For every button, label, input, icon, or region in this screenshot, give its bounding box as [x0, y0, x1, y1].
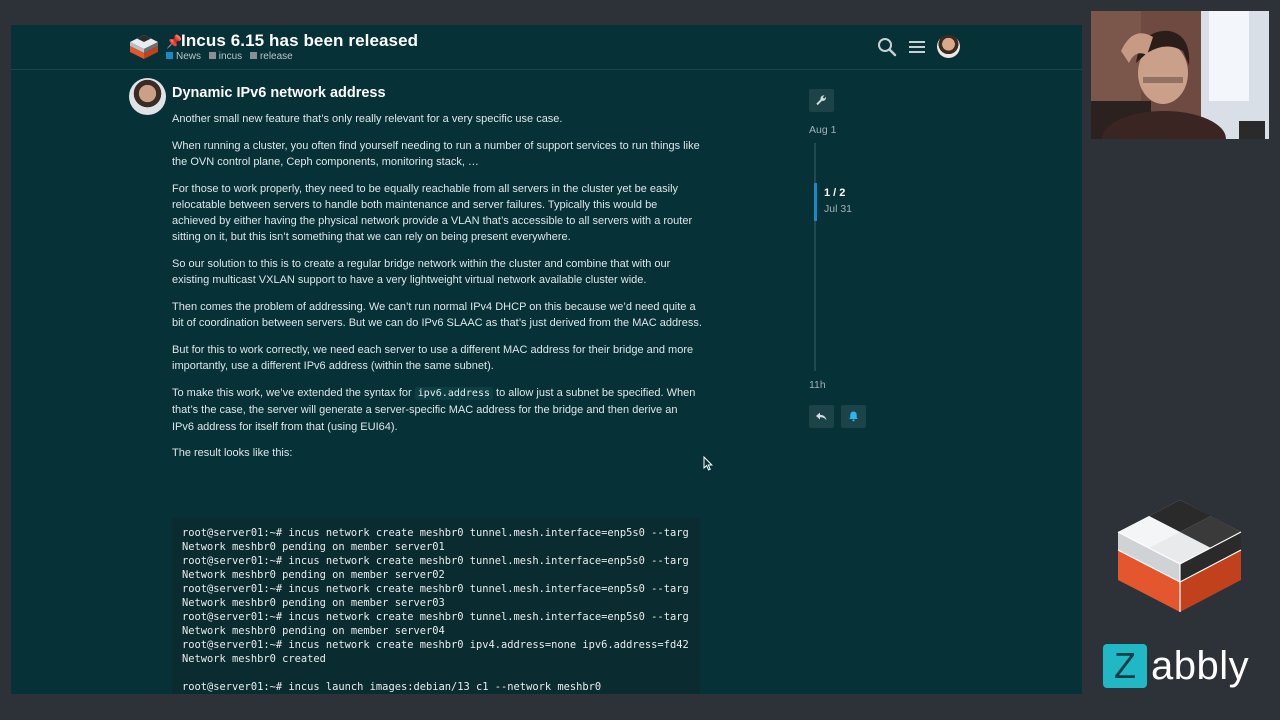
- reply-icon: [816, 412, 827, 421]
- tag-label: incus: [218, 51, 243, 62]
- post-author-avatar[interactable]: [129, 78, 166, 115]
- incus-site-logo-icon[interactable]: [128, 33, 160, 61]
- mouse-cursor-icon: [703, 456, 713, 471]
- timeline-start-date[interactable]: Aug 1: [809, 124, 836, 136]
- category-color-square: [166, 52, 173, 59]
- webcam-person-image: [1091, 11, 1269, 139]
- search-icon[interactable]: [877, 37, 897, 57]
- tag-release[interactable]: release: [249, 51, 293, 62]
- code-line: root@server01:~# incus network create me…: [182, 555, 689, 567]
- webcam-video: [1091, 11, 1269, 139]
- hamburger-menu-icon[interactable]: [908, 38, 926, 56]
- reply-button[interactable]: [809, 405, 834, 428]
- paragraph: The result looks like this:: [172, 447, 293, 460]
- code-line: root@server01:~# incus network create me…: [182, 527, 689, 539]
- notification-bell-button[interactable]: [841, 405, 866, 428]
- code-line: root@server01:~# incus network create me…: [182, 583, 689, 595]
- admin-wrench-button[interactable]: [809, 89, 834, 112]
- post-body: Dynamic IPv6 network address Another sma…: [172, 85, 702, 472]
- code-line: Network meshbr0 created: [182, 653, 326, 665]
- header-divider: [11, 69, 1082, 70]
- paragraph: So our solution to this is to create a r…: [172, 258, 671, 287]
- category-news[interactable]: News: [166, 51, 201, 62]
- zabbly-wordmark: abbly: [1151, 644, 1250, 688]
- bell-icon: [849, 411, 858, 422]
- paragraph: Then comes the problem of addressing. We…: [172, 301, 702, 330]
- code-line: Network meshbr0 pending on member server…: [182, 541, 445, 553]
- zabbly-logo-badge: Z: [1103, 644, 1147, 688]
- paragraph: But for this to work correctly, we need …: [172, 344, 694, 373]
- timeline-handle[interactable]: [814, 183, 817, 221]
- code-line: root@server01:~# incus network create me…: [182, 639, 689, 651]
- pinned-icon: 📌: [166, 34, 183, 49]
- paragraph-text: To make this work, we’ve extended the sy…: [172, 387, 415, 400]
- paragraph: When running a cluster, you often find y…: [172, 139, 700, 168]
- timeline-track[interactable]: [814, 143, 816, 371]
- paragraph: For those to work properly, they need to…: [172, 182, 693, 244]
- user-avatar[interactable]: [937, 35, 960, 58]
- inline-code: ipv6.address: [414, 387, 493, 401]
- timeline-position-date: Jul 31: [824, 203, 853, 215]
- code-line: root@server01:~# incus network create me…: [182, 611, 689, 623]
- code-line: Network meshbr0 pending on member server…: [182, 597, 445, 609]
- incus-cube-logo: [1117, 500, 1242, 612]
- topic-header: 📌 Incus 6.15 has been released News incu…: [11, 25, 1082, 69]
- paragraph: Another small new feature that’s only re…: [172, 113, 563, 125]
- topic-tags: News incus release: [166, 51, 298, 62]
- zabbly-logo-letter: Z: [1114, 645, 1136, 686]
- code-line: root@server01:~# incus launch images:deb…: [182, 681, 602, 693]
- code-block[interactable]: root@server01:~# incus network create me…: [172, 518, 700, 694]
- tag-incus[interactable]: incus: [208, 51, 243, 62]
- wrench-icon: [816, 95, 827, 106]
- tag-label: release: [259, 51, 293, 62]
- code-line: Network meshbr0 pending on member server…: [182, 625, 445, 637]
- code-line: Network meshbr0 pending on member server…: [182, 569, 445, 581]
- paragraph: To make this work, we’ve extended the sy…: [172, 385, 702, 435]
- timeline-position: 1 / 2: [824, 187, 846, 199]
- topic-title[interactable]: Incus 6.15 has been released: [181, 31, 418, 51]
- code-padding: [172, 518, 700, 526]
- section-heading: Dynamic IPv6 network address: [172, 85, 386, 101]
- tag-color-square: [208, 52, 216, 59]
- browser-page: 📌 Incus 6.15 has been released News incu…: [11, 25, 1082, 694]
- tag-color-square: [249, 52, 257, 59]
- timeline-end-date[interactable]: 11h: [809, 379, 826, 391]
- category-label: News: [176, 51, 202, 62]
